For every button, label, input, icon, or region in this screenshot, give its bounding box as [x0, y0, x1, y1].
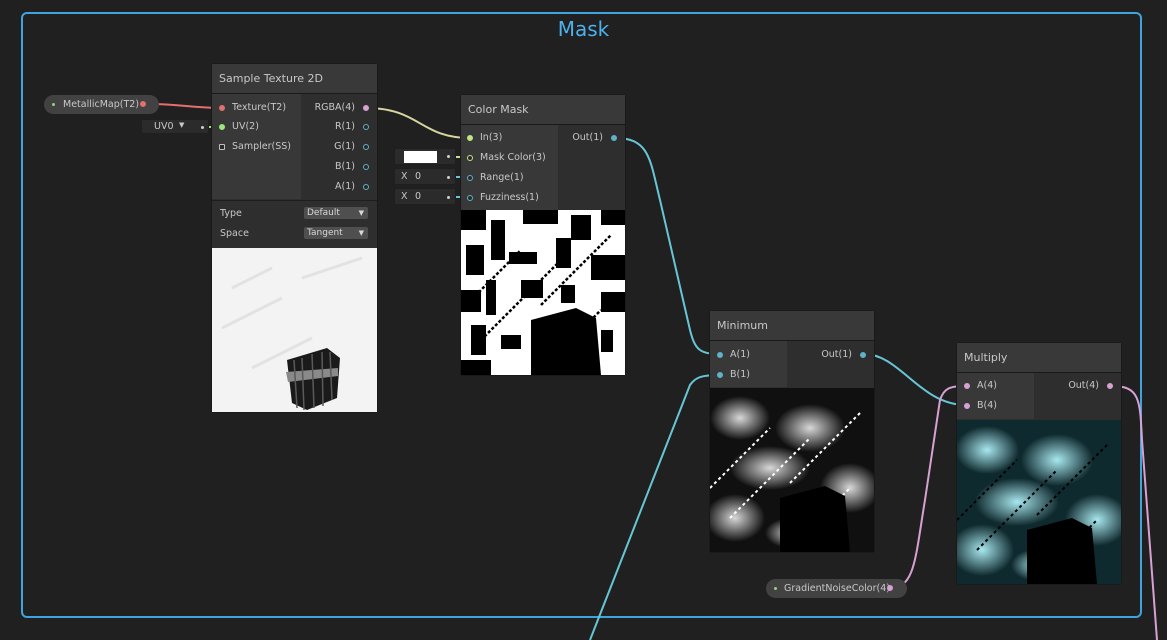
slot-g: G(1) — [334, 141, 355, 152]
node-title[interactable]: Minimum — [710, 311, 874, 341]
port-metallicmap-out[interactable] — [140, 101, 146, 107]
port-texture-in[interactable] — [219, 105, 225, 111]
port-out[interactable] — [860, 352, 866, 358]
connector-dot-icon — [447, 155, 450, 158]
slot-uv: UV(2) — [232, 121, 259, 132]
slot-b: B(1) — [730, 369, 750, 380]
slot-maskcolor: Mask Color(3) — [480, 152, 546, 163]
preview-sample-texture — [212, 248, 377, 412]
slot-fuzziness: Fuzziness(1) — [480, 192, 539, 203]
wire-colormask-minimum — [614, 137, 721, 355]
port-out[interactable] — [1107, 383, 1113, 389]
mask-color-field[interactable] — [394, 148, 456, 165]
property-metallicmap[interactable]: MetallicMap(T2) — [44, 95, 159, 114]
slot-out: Out(1) — [572, 132, 603, 143]
slot-b: B(1) — [335, 161, 355, 172]
port-b-in[interactable] — [717, 372, 723, 378]
slot-a: A(1) — [730, 349, 750, 360]
fuzziness-axis-label: X — [401, 191, 408, 202]
wire-rgba-in — [365, 107, 471, 139]
port-range-in[interactable] — [467, 175, 473, 181]
slot-a: A(4) — [977, 380, 997, 391]
preview-minimum — [710, 388, 874, 552]
chevron-down-icon: ▼ — [358, 209, 364, 217]
connector-dot-icon — [447, 196, 450, 199]
space-dropdown[interactable]: Tangent ▼ — [304, 227, 368, 239]
settings-divider — [212, 200, 377, 201]
port-rgba-out[interactable] — [363, 105, 369, 111]
slot-b: B(4) — [977, 400, 997, 411]
port-gradientnoisecolor-out[interactable] — [887, 585, 893, 591]
property-gradientnoisecolor-label: GradientNoiseColor(4) — [784, 583, 890, 594]
connector-dot-icon — [447, 176, 450, 179]
type-label: Type — [220, 208, 242, 219]
slot-rgba: RGBA(4) — [314, 102, 355, 113]
port-g-out[interactable] — [363, 144, 369, 150]
preview-color-mask — [461, 210, 625, 375]
port-out[interactable] — [611, 135, 617, 141]
space-dropdown-value: Tangent — [307, 228, 343, 238]
wire-minimum-multiply — [863, 353, 967, 406]
uv-dropdown[interactable]: UV0 ▼ — [141, 119, 209, 134]
slot-sampler: Sampler(SS) — [232, 141, 291, 152]
node-sample-texture-2d[interactable]: Sample Texture 2D Texture(T2) UV(2) Samp… — [212, 64, 377, 412]
type-dropdown-value: Default — [307, 208, 340, 218]
chevron-down-icon: ▼ — [358, 229, 364, 237]
property-metallicmap-label: MetallicMap(T2) — [63, 99, 140, 110]
preview-multiply — [957, 420, 1121, 584]
port-maskcolor-in[interactable] — [467, 155, 473, 161]
property-gradientnoisecolor[interactable]: GradientNoiseColor(4) — [766, 579, 907, 598]
port-fuzziness-in[interactable] — [467, 195, 473, 201]
node-minimum[interactable]: Minimum A(1) B(1) Out(1) — [710, 311, 874, 552]
node-title[interactable]: Multiply — [957, 343, 1121, 373]
node-title[interactable]: Sample Texture 2D — [212, 64, 377, 94]
wire-minimum-b — [589, 374, 721, 640]
connector-dot-icon — [201, 126, 204, 129]
type-dropdown[interactable]: Default ▼ — [304, 207, 368, 219]
slot-texture: Texture(T2) — [232, 102, 287, 113]
node-title[interactable]: Color Mask — [461, 95, 625, 125]
range-axis-label: X — [401, 171, 408, 182]
slot-out: Out(1) — [821, 349, 852, 360]
port-sampler-in[interactable] — [219, 144, 225, 150]
property-dot-icon — [774, 587, 777, 590]
port-a-in[interactable] — [717, 352, 723, 358]
port-b-out[interactable] — [363, 164, 369, 170]
slot-a: A(1) — [335, 181, 355, 192]
fuzziness-value[interactable]: 0 — [415, 191, 421, 202]
fuzziness-field[interactable]: X 0 — [394, 188, 456, 205]
slot-out: Out(4) — [1068, 380, 1099, 391]
space-label: Space — [220, 228, 249, 239]
range-field[interactable]: X 0 — [394, 168, 456, 185]
slot-range: Range(1) — [480, 172, 524, 183]
port-a-in[interactable] — [964, 383, 970, 389]
wire-gradient-multiply — [889, 385, 967, 589]
port-r-out[interactable] — [363, 124, 369, 130]
range-value[interactable]: 0 — [415, 171, 421, 182]
mask-color-swatch[interactable] — [404, 151, 437, 163]
port-in-in[interactable] — [467, 135, 473, 141]
node-color-mask[interactable]: Color Mask In(3) Mask Color(3) Range(1) … — [461, 95, 625, 375]
port-b-in[interactable] — [964, 403, 970, 409]
node-multiply[interactable]: Multiply A(4) B(4) Out(4) — [957, 343, 1121, 584]
uv-dropdown-value: UV0 — [154, 121, 174, 132]
slot-r: R(1) — [334, 121, 355, 132]
port-uv-in[interactable] — [219, 124, 225, 130]
property-dot-icon — [52, 103, 55, 106]
chevron-down-icon: ▼ — [179, 121, 185, 129]
port-a-out[interactable] — [363, 184, 369, 190]
slot-in: In(3) — [480, 132, 503, 143]
